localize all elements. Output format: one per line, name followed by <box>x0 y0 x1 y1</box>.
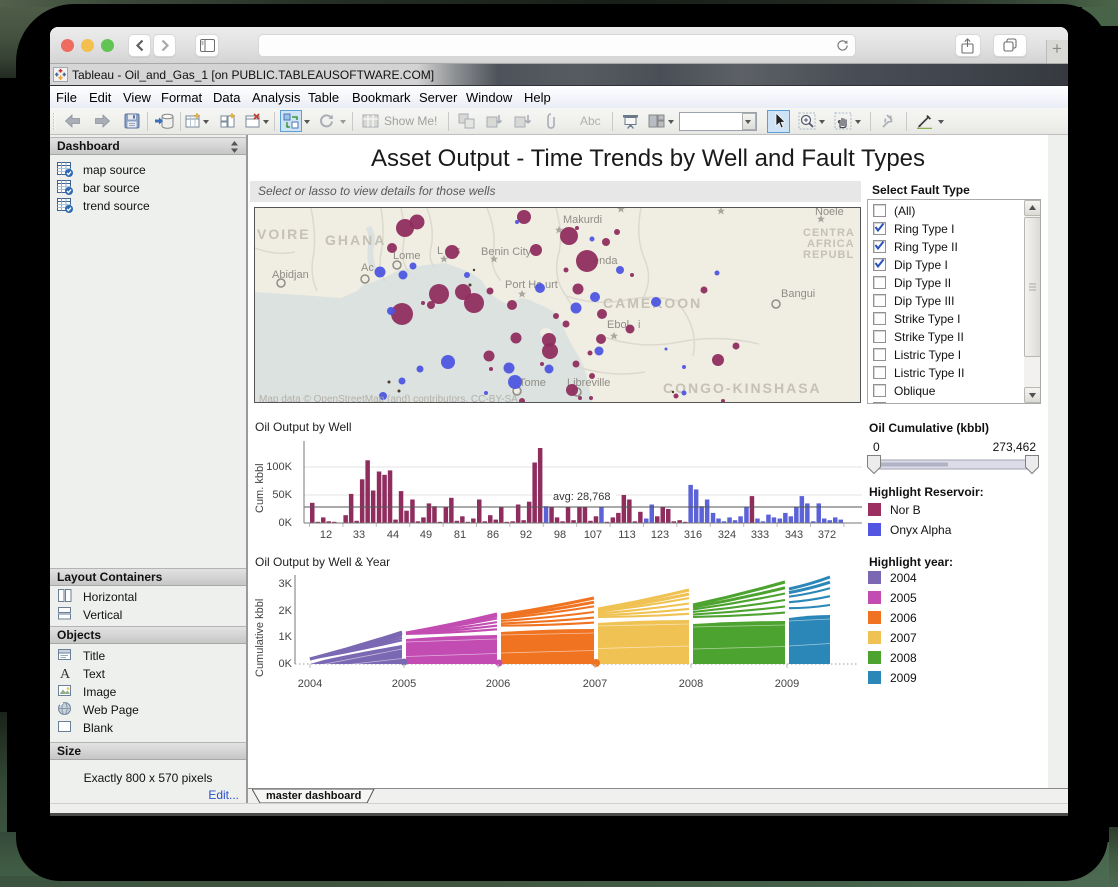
svg-text:CONGO-KINSHASA: CONGO-KINSHASA <box>663 380 822 396</box>
svg-text:Benin City: Benin City <box>481 246 532 258</box>
svg-text:A: A <box>60 667 71 680</box>
svg-text:REPUBL: REPUBL <box>803 249 854 261</box>
svg-text:Map data © OpenStreetMap (and): Map data © OpenStreetMap (and) contribut… <box>259 394 518 402</box>
svg-text:i: i <box>638 319 640 331</box>
svg-text:GHANA: GHANA <box>325 232 386 248</box>
svg-text:Makurdi: Makurdi <box>563 214 602 226</box>
svg-text:Tome: Tome <box>519 377 546 389</box>
svg-text:avg: 28,768: avg: 28,768 <box>553 491 611 503</box>
svg-text:Noele: Noele <box>815 208 844 218</box>
svg-text:L: L <box>437 245 443 257</box>
svg-text:Abidjan: Abidjan <box>272 269 309 281</box>
svg-text:Lome: Lome <box>393 250 421 262</box>
svg-text:Bangui: Bangui <box>781 288 815 300</box>
svg-text:Ac: Ac <box>361 262 374 274</box>
svg-text:VOIRE: VOIRE <box>257 226 311 242</box>
svg-text:urt: urt <box>545 279 558 291</box>
